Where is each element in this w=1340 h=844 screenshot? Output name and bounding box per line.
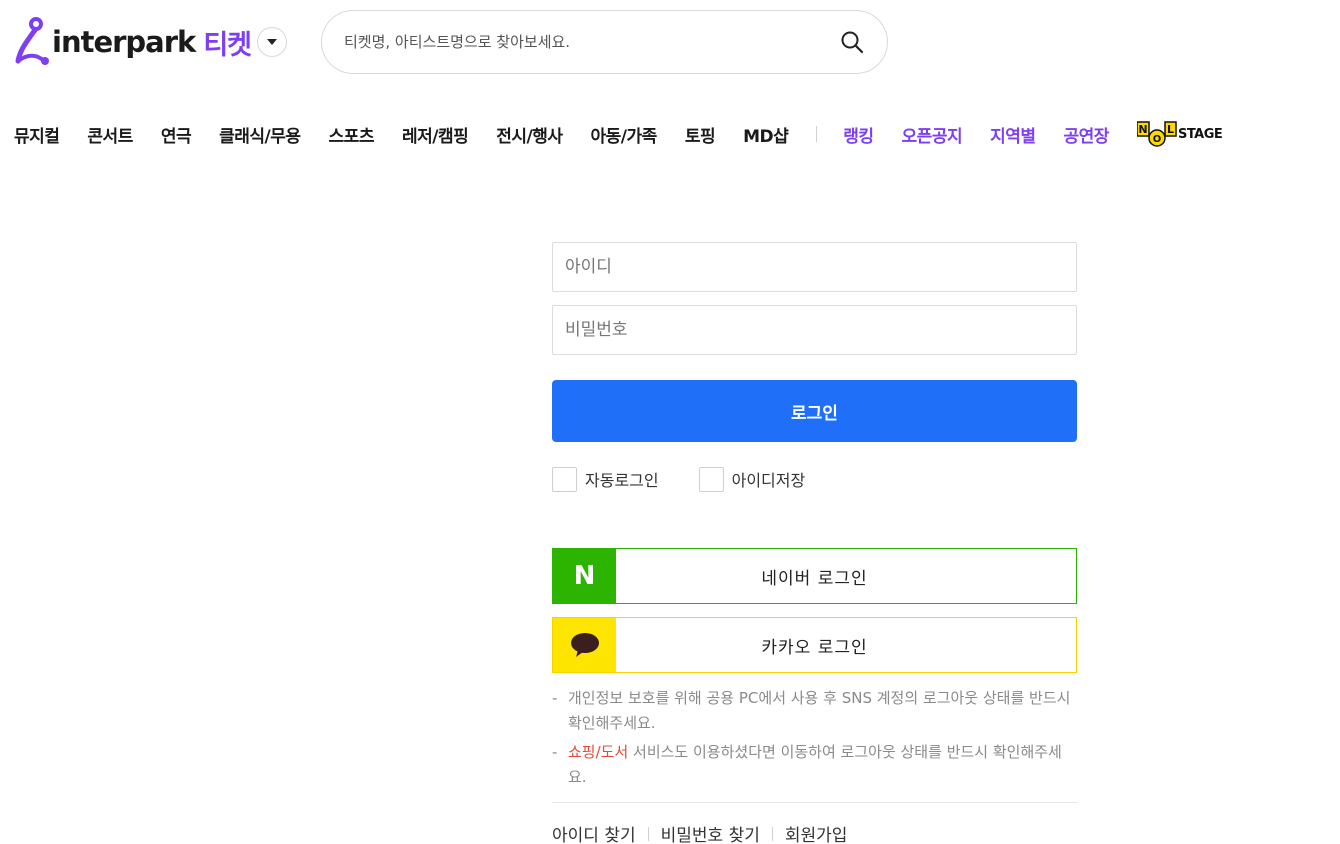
nav-play[interactable]: 연극	[161, 122, 192, 147]
nav-concert[interactable]: 콘서트	[87, 122, 133, 147]
link-separator	[771, 826, 773, 841]
nav-open-notice[interactable]: 오픈공지	[902, 122, 963, 147]
link-separator	[647, 826, 649, 841]
signup-link[interactable]: 회원가입	[785, 821, 848, 844]
nol-stage-label: STAGE	[1177, 126, 1223, 142]
id-field	[552, 242, 1077, 292]
service-dropdown-button[interactable]	[257, 27, 288, 57]
kakao-speech-bubble-icon	[570, 633, 599, 657]
search-input[interactable]	[344, 33, 837, 51]
interpark-logo[interactable]: interpark 티켓	[14, 14, 288, 70]
kakao-icon-box	[553, 618, 616, 672]
header: interpark 티켓	[0, 0, 1340, 90]
id-input[interactable]	[565, 257, 1064, 277]
nol-stage-link[interactable]: N O L STAGE	[1136, 120, 1223, 148]
login-options: 자동로그인 아이디저장	[552, 466, 1077, 492]
nav-md-shop[interactable]: MD샵	[743, 122, 789, 147]
search-icon	[841, 31, 864, 54]
auto-login-label: 자동로그인	[585, 471, 659, 490]
nav-ranking[interactable]: 랭킹	[843, 122, 874, 147]
nav-musical[interactable]: 뮤지컬	[14, 122, 60, 147]
nav-exhibition-event[interactable]: 전시/행사	[496, 122, 563, 147]
sns-login: N 네이버 로그인 카카오 로그인	[552, 548, 1077, 673]
note-item: - 개인정보 보호를 위해 공용 PC에서 사용 후 SNS 계정의 로그아웃 …	[552, 686, 1077, 736]
nol-logo-icon: N O L	[1136, 121, 1177, 147]
naver-login-button[interactable]: N 네이버 로그인	[552, 548, 1077, 604]
nav-leisure-camping[interactable]: 레저/캠핑	[402, 122, 469, 147]
password-field	[552, 305, 1077, 355]
search-button[interactable]	[837, 27, 867, 57]
caret-down-icon	[267, 39, 278, 45]
divider	[552, 802, 1077, 803]
save-id-checkbox-box[interactable]	[698, 466, 724, 492]
naver-icon-box: N	[553, 549, 616, 603]
kakao-login-button[interactable]: 카카오 로그인	[552, 617, 1077, 673]
nav-venue[interactable]: 공연장	[1064, 122, 1110, 147]
naver-login-label: 네이버 로그인	[761, 568, 868, 589]
find-password-link[interactable]: 비밀번호 찾기	[661, 821, 760, 844]
save-id-checkbox[interactable]: 아이디저장	[698, 466, 806, 492]
note-item: - 쇼핑/도서 서비스도 이용하셨다면 이동하여 로그아웃 상태를 반드시 확인…	[552, 743, 1062, 786]
search-bar	[321, 10, 888, 74]
svg-text:N: N	[1138, 123, 1147, 136]
password-input[interactable]	[565, 320, 1064, 340]
account-links: 아이디 찾기 비밀번호 찾기 회원가입	[552, 821, 1077, 844]
shopping-books-link[interactable]: 쇼핑/도서	[568, 743, 628, 761]
find-id-link[interactable]: 아이디 찾기	[552, 821, 636, 844]
kakao-login-label: 카카오 로그인	[761, 637, 868, 658]
logo-ticket-suffix: 티켓	[203, 29, 252, 61]
save-id-label: 아이디저장	[731, 471, 806, 490]
note-public-pc: 개인정보 보호를 위해 공용 PC에서 사용 후 SNS 계정의 로그아웃 상태…	[568, 689, 1071, 732]
login-button[interactable]: 로그인	[552, 380, 1077, 442]
nav-by-region[interactable]: 지역별	[990, 122, 1036, 147]
nav-kids-family[interactable]: 아동/가족	[591, 122, 658, 147]
auto-login-checkbox[interactable]: 자동로그인	[552, 466, 659, 492]
login-notes: - 개인정보 보호를 위해 공용 PC에서 사용 후 SNS 계정의 로그아웃 …	[552, 686, 1077, 790]
auto-login-checkbox-box[interactable]	[552, 466, 577, 492]
note-shopping-rest: 서비스도 이용하셨다면 이동하여 로그아웃 상태를 반드시 확인해주세요.	[568, 743, 1062, 786]
svg-text:O: O	[1153, 134, 1162, 145]
nav-divider	[816, 126, 818, 142]
login-form: 로그인 자동로그인 아이디저장 N 네이버 로그인 카카오 로그인	[552, 242, 1077, 844]
interpark-logo-icon	[15, 17, 49, 65]
logo-text: interpark	[52, 25, 196, 59]
naver-icon: N	[573, 561, 596, 591]
main-nav: 뮤지컬 콘서트 연극 클래식/무용 스포츠 레저/캠핑 전시/행사 아동/가족 …	[14, 114, 1223, 154]
svg-text:L: L	[1167, 123, 1174, 136]
nav-classic-dance[interactable]: 클래식/무용	[219, 122, 301, 147]
nav-topping[interactable]: 토핑	[685, 122, 716, 147]
nav-sports[interactable]: 스포츠	[329, 122, 375, 147]
